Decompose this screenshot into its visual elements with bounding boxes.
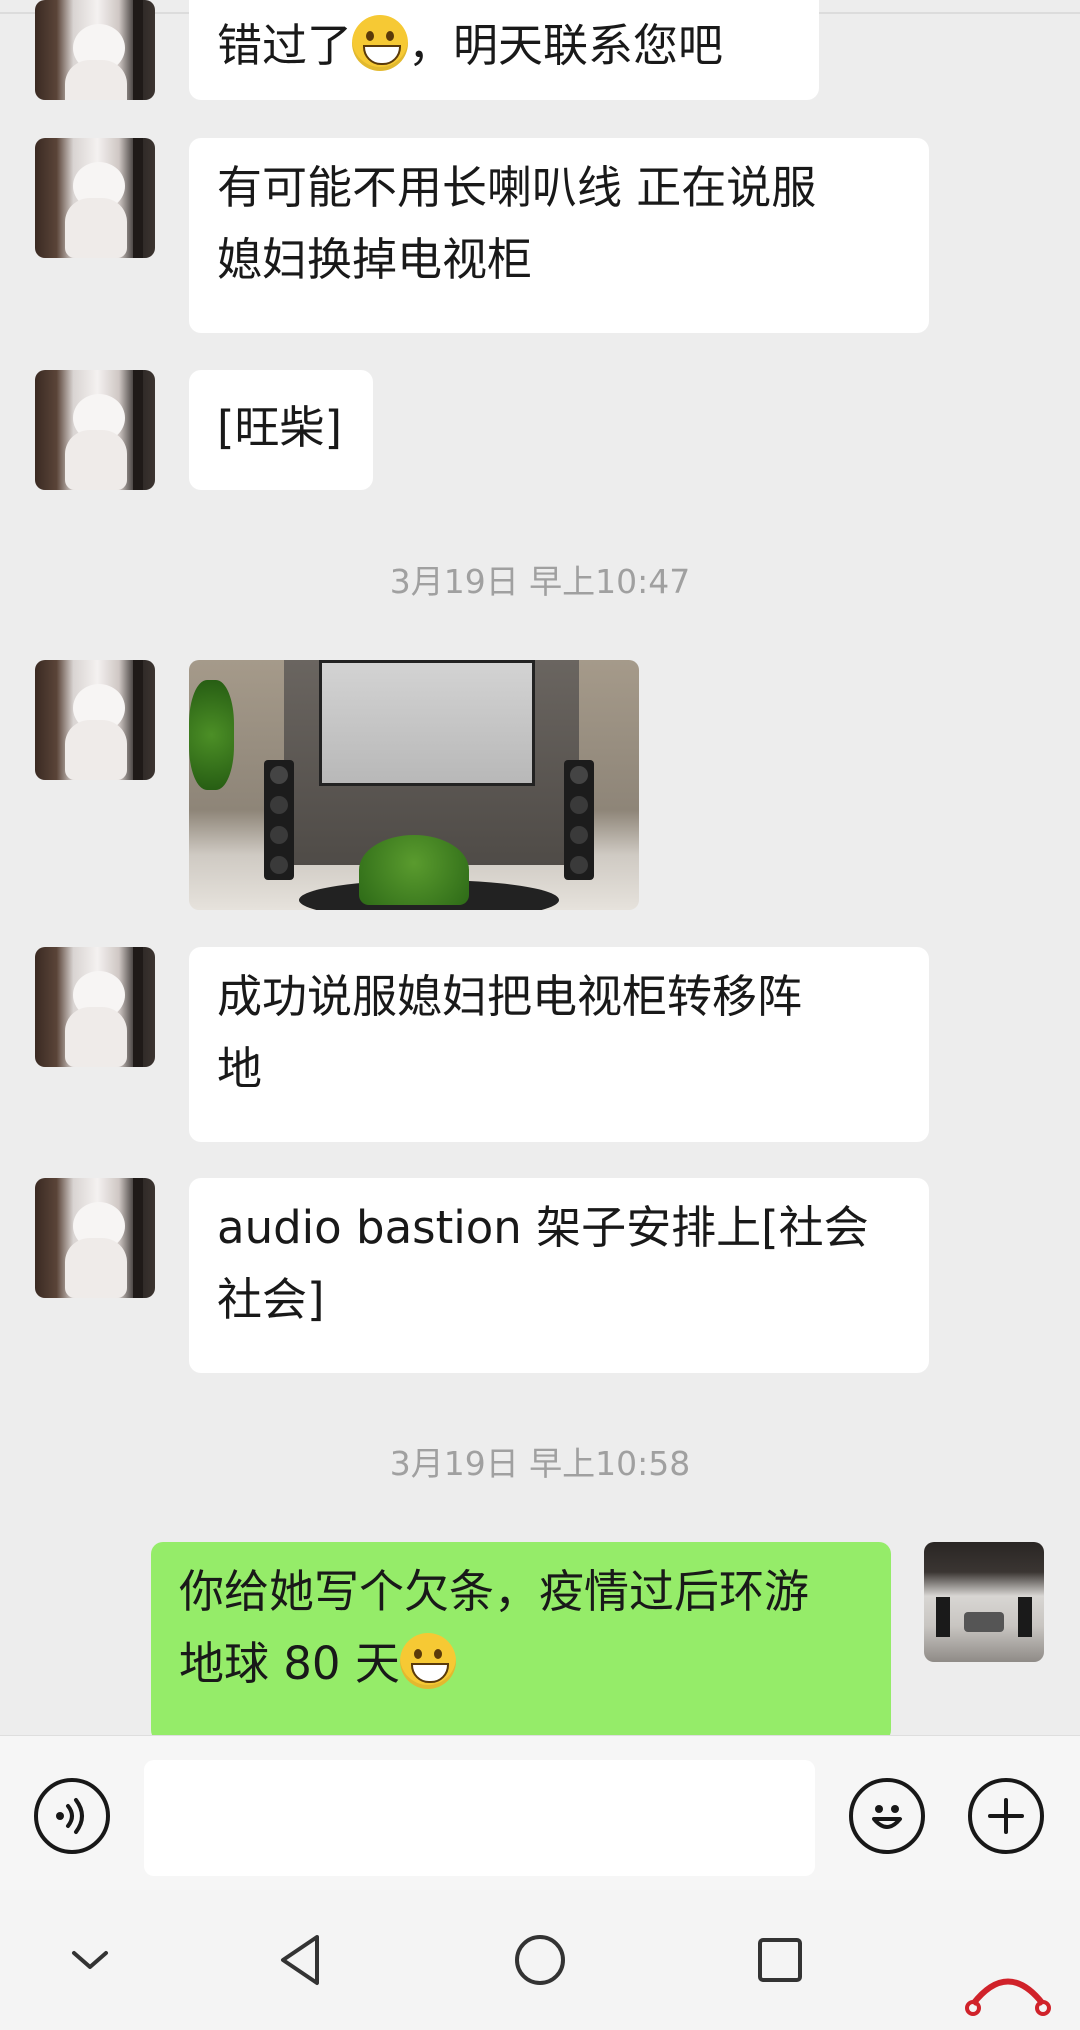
- message-bubble[interactable]: 有可能不用长喇叭线 正在说服 媳妇换掉电视柜: [189, 138, 929, 333]
- voice-icon: [56, 1798, 84, 1834]
- voice-button[interactable]: [34, 1778, 110, 1854]
- contact-avatar[interactable]: [35, 138, 155, 258]
- message-text-line: 媳妇换掉电视柜: [217, 233, 533, 286]
- more-button[interactable]: [968, 1778, 1044, 1854]
- nav-back-button[interactable]: [270, 1925, 330, 1995]
- chat-area[interactable]: 错过了 ，明天联系您吧 有可能不用长喇叭线 正在说服 媳妇换掉电视柜 [旺柴] 3…: [0, 0, 1080, 1735]
- system-nav-bar: [0, 1890, 1080, 2030]
- back-triangle-icon: [281, 1935, 319, 1985]
- living-room-speakers-photo[interactable]: [189, 660, 639, 910]
- message-input[interactable]: [144, 1760, 815, 1876]
- contact-avatar[interactable]: [35, 660, 155, 780]
- chevron-down-icon: [72, 1951, 108, 1969]
- timestamp: 3月19日 早上10:47: [389, 562, 691, 601]
- contact-avatar[interactable]: [35, 1178, 155, 1298]
- grin-emoji-icon: [399, 1633, 456, 1689]
- message-text-line: 地球 80 天: [179, 1637, 400, 1690]
- home-circle-icon: [515, 1935, 565, 1985]
- message-bubble[interactable]: [旺柴]: [189, 370, 373, 490]
- message-text: ，明天联系您吧: [408, 19, 724, 72]
- message-bubble[interactable]: audio bastion 架子安排上[社会 社会]: [189, 1178, 929, 1373]
- message-text-line: 成功说服媳妇把电视柜转移阵: [217, 970, 803, 1023]
- contact-avatar[interactable]: [35, 0, 155, 100]
- timestamp: 3月19日 早上10:58: [389, 1444, 691, 1483]
- grin-emoji-icon: [352, 15, 409, 71]
- contact-avatar[interactable]: [35, 370, 155, 490]
- message-text: 错过了: [217, 19, 353, 72]
- emoji-button[interactable]: [849, 1778, 925, 1854]
- smiley-icon: [872, 1805, 902, 1829]
- plus-icon: [988, 1798, 1024, 1834]
- message-text-line: 地: [217, 1042, 263, 1095]
- message-text-line: 社会]: [217, 1273, 325, 1326]
- message-text-line: 有可能不用长喇叭线 正在说服: [217, 161, 817, 214]
- input-bar: [0, 1735, 1080, 1891]
- message-text: [旺柴]: [217, 401, 343, 454]
- message-bubble[interactable]: 成功说服媳妇把电视柜转移阵 地: [189, 947, 929, 1142]
- contact-avatar[interactable]: [35, 947, 155, 1067]
- message-text-line: audio bastion 架子安排上[社会: [217, 1201, 869, 1254]
- nav-hide-button[interactable]: [60, 1930, 120, 1990]
- my-avatar[interactable]: [924, 1542, 1044, 1662]
- nav-recent-button[interactable]: [750, 1925, 810, 1995]
- nav-home-button[interactable]: [508, 1925, 572, 1995]
- message-bubble[interactable]: 错过了 ，明天联系您吧: [189, 0, 819, 100]
- my-message-bubble[interactable]: 你给她写个欠条，疫情过后环游 地球 80 天: [151, 1542, 891, 1735]
- watermark-logo: [965, 1978, 1051, 2016]
- recent-square-icon: [758, 1938, 802, 1982]
- message-text-line: 你给她写个欠条，疫情过后环游: [179, 1565, 810, 1618]
